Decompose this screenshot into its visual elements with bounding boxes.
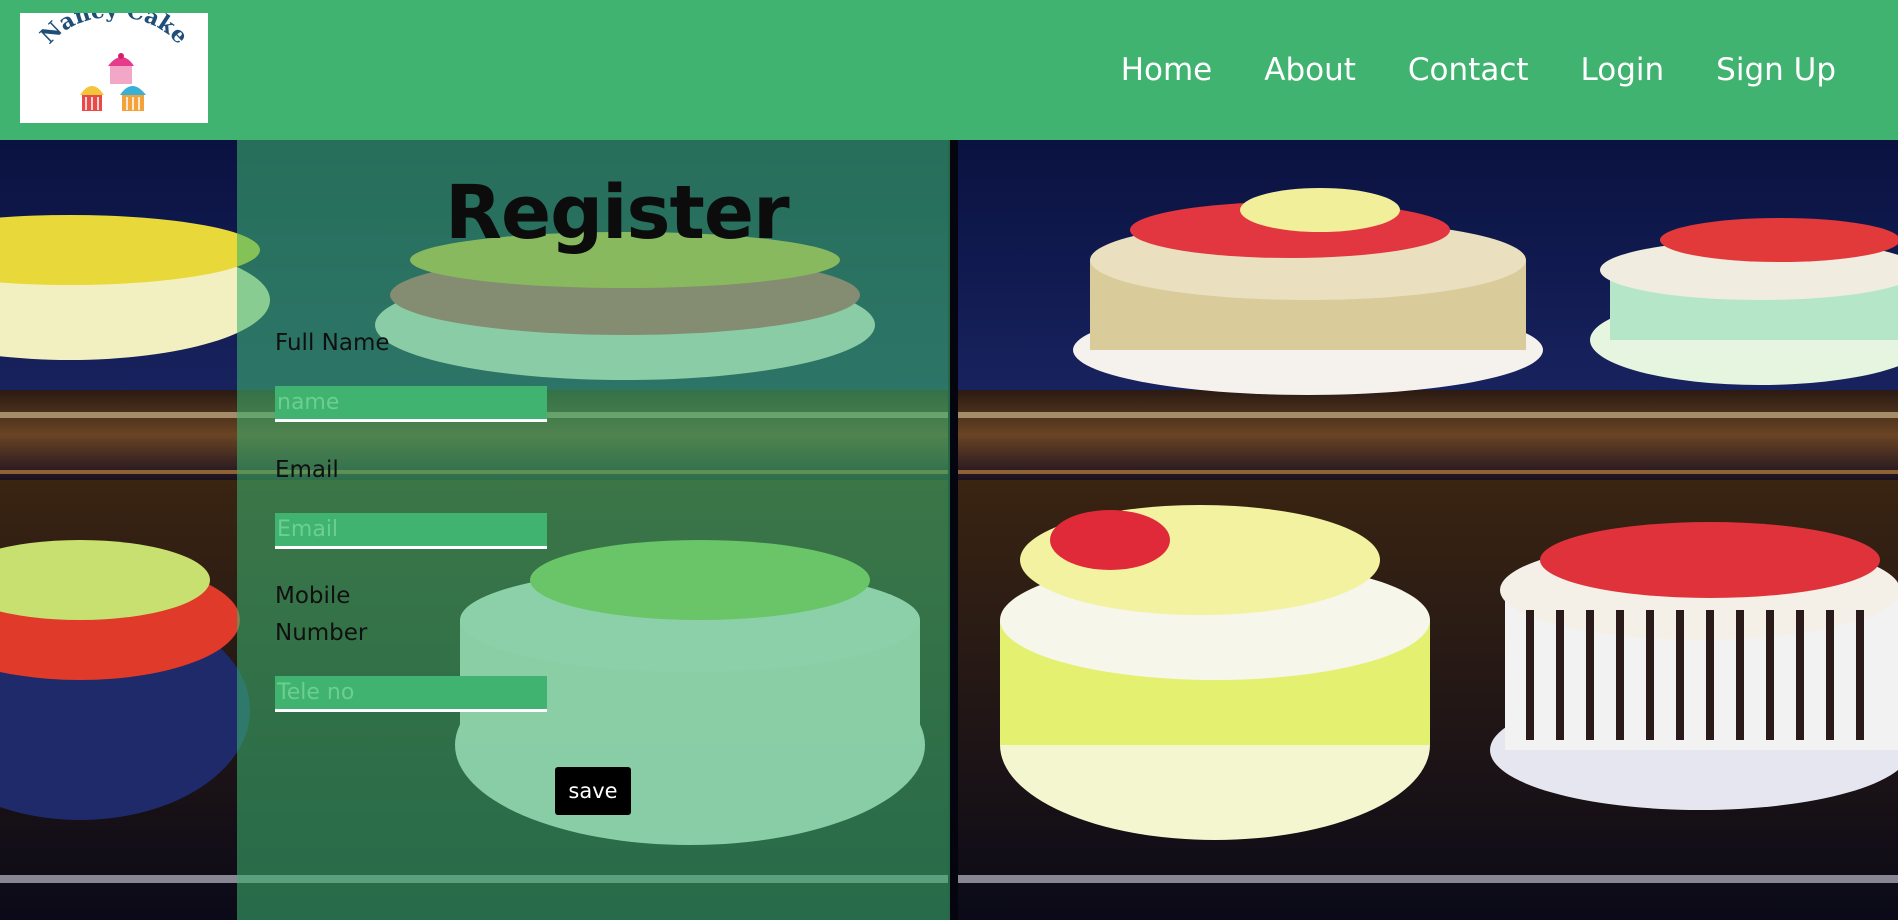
mobile-label-line1: Mobile (275, 583, 351, 609)
register-panel: Register Full Name Email Mobile Number s… (237, 140, 950, 920)
email-label: Email (275, 457, 339, 483)
mobile-label-line2: Number (275, 620, 368, 646)
nav-login-link[interactable]: Login (1581, 48, 1665, 92)
main-nav: Home About Contact Login Sign Up (1121, 48, 1836, 92)
nav-home-link[interactable]: Home (1121, 48, 1213, 92)
full-name-label: Full Name (275, 330, 390, 356)
nav-signup-link[interactable]: Sign Up (1716, 48, 1836, 92)
logo[interactable]: Nancy Cake (20, 13, 208, 123)
logo-text: Nancy Cake (35, 13, 193, 49)
nav-about-link[interactable]: About (1264, 48, 1356, 92)
register-title: Register (445, 170, 790, 256)
nav-contact-link[interactable]: Contact (1408, 48, 1529, 92)
save-button[interactable]: save (555, 767, 631, 815)
full-name-input[interactable] (275, 386, 547, 422)
header-bar: Nancy Cake Home About Contact (0, 0, 1898, 140)
mobile-number-label: Mobile Number (275, 578, 367, 652)
email-input[interactable] (275, 513, 547, 549)
cupcakes-logo-icon: Nancy Cake (35, 13, 193, 111)
mobile-number-input[interactable] (275, 676, 547, 712)
